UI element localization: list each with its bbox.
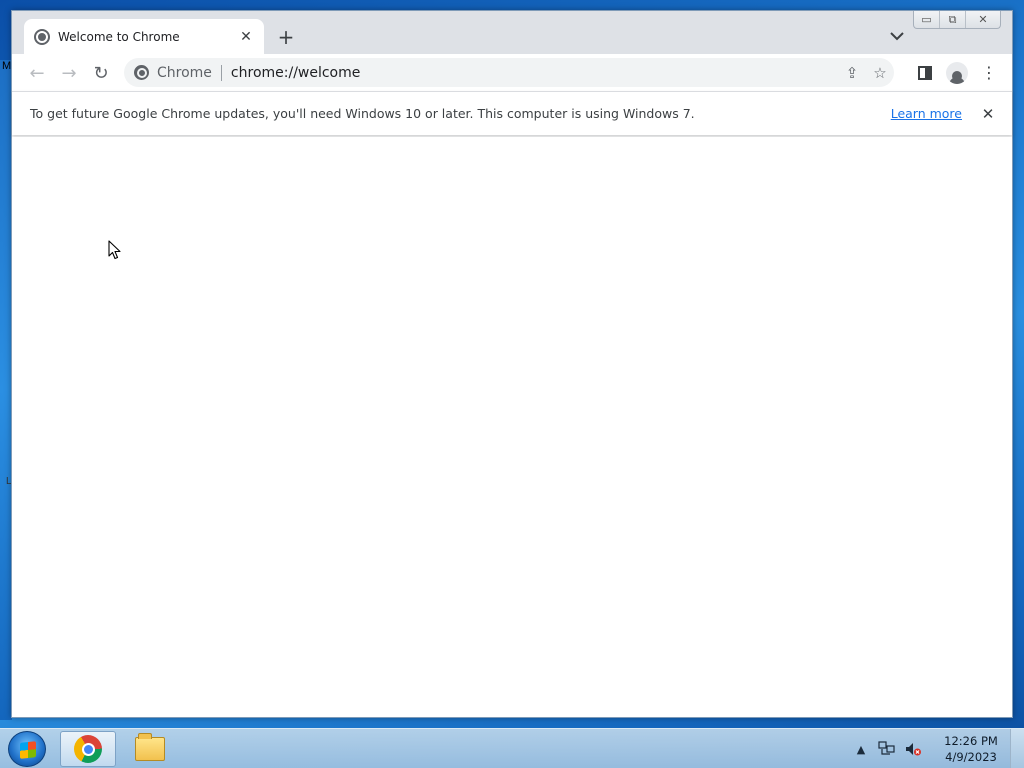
back-button[interactable]: ← <box>24 60 50 86</box>
side-panel-button[interactable] <box>912 60 938 86</box>
chevron-down-icon[interactable] <box>888 27 906 45</box>
page-content[interactable] <box>12 137 1012 717</box>
reload-button[interactable]: ↻ <box>88 60 114 86</box>
address-bar[interactable]: Chrome chrome://welcome ⇪ ☆ <box>124 58 894 87</box>
profile-button[interactable] <box>944 60 970 86</box>
side-panel-icon <box>918 66 932 80</box>
menu-button[interactable]: ⋮ <box>976 60 1002 86</box>
window-controls: ▭ ⧉ ✕ <box>913 11 1001 29</box>
mouse-cursor-icon <box>108 240 121 260</box>
restore-button[interactable]: ⧉ <box>940 11 966 28</box>
clock-date: 4/9/2023 <box>945 750 997 764</box>
chrome-window: Welcome to Chrome ✕ + ▭ ⧉ ✕ ← → ↻ Chrome… <box>11 10 1013 718</box>
chrome-icon <box>74 735 102 763</box>
volume-muted-icon[interactable] <box>902 738 924 760</box>
infobar-message: To get future Google Chrome updates, you… <box>30 106 695 121</box>
show-desktop-button[interactable] <box>1010 729 1024 768</box>
globe-icon <box>34 28 50 45</box>
clock-time: 12:26 PM <box>944 734 998 748</box>
desktop-icon-label-fragment: M <box>2 60 12 72</box>
start-button[interactable] <box>8 731 46 767</box>
share-icon[interactable]: ⇪ <box>838 61 866 85</box>
learn-more-link[interactable]: Learn more <box>891 106 962 121</box>
chrome-page-icon <box>134 65 149 80</box>
new-tab-button[interactable]: + <box>274 25 298 49</box>
taskbar-explorer[interactable] <box>122 731 178 767</box>
omnibox-chip-label: Chrome <box>157 64 212 81</box>
tab-welcome[interactable]: Welcome to Chrome ✕ <box>24 19 264 54</box>
network-icon[interactable] <box>876 738 898 760</box>
bookmark-star-icon[interactable]: ☆ <box>866 61 894 85</box>
tab-strip: Welcome to Chrome ✕ + ▭ ⧉ ✕ <box>12 11 1012 54</box>
update-infobar: To get future Google Chrome updates, you… <box>12 91 1012 135</box>
close-window-button[interactable]: ✕ <box>966 11 1000 28</box>
omnibox-separator <box>220 64 222 81</box>
forward-button[interactable]: → <box>56 60 82 86</box>
taskbar-chrome[interactable] <box>60 731 116 767</box>
show-hidden-icons-button[interactable]: ▲ <box>850 738 872 760</box>
close-tab-icon[interactable]: ✕ <box>238 29 254 45</box>
minimize-button[interactable]: ▭ <box>914 11 940 28</box>
profile-avatar-icon <box>946 62 968 84</box>
tab-title: Welcome to Chrome <box>58 29 180 44</box>
taskbar: ▲ 12:26 PM 4/9/2023 <box>0 728 1024 768</box>
folder-icon <box>135 733 165 761</box>
infobar-close-icon[interactable]: ✕ <box>976 105 1000 123</box>
taskbar-clock[interactable]: 12:26 PM 4/9/2023 <box>936 733 1006 765</box>
toolbar: ← → ↻ Chrome chrome://welcome ⇪ ☆ ⋮ <box>12 54 1012 91</box>
url-text[interactable]: chrome://welcome <box>231 65 838 81</box>
system-tray: ▲ 12:26 PM 4/9/2023 <box>850 729 1024 768</box>
